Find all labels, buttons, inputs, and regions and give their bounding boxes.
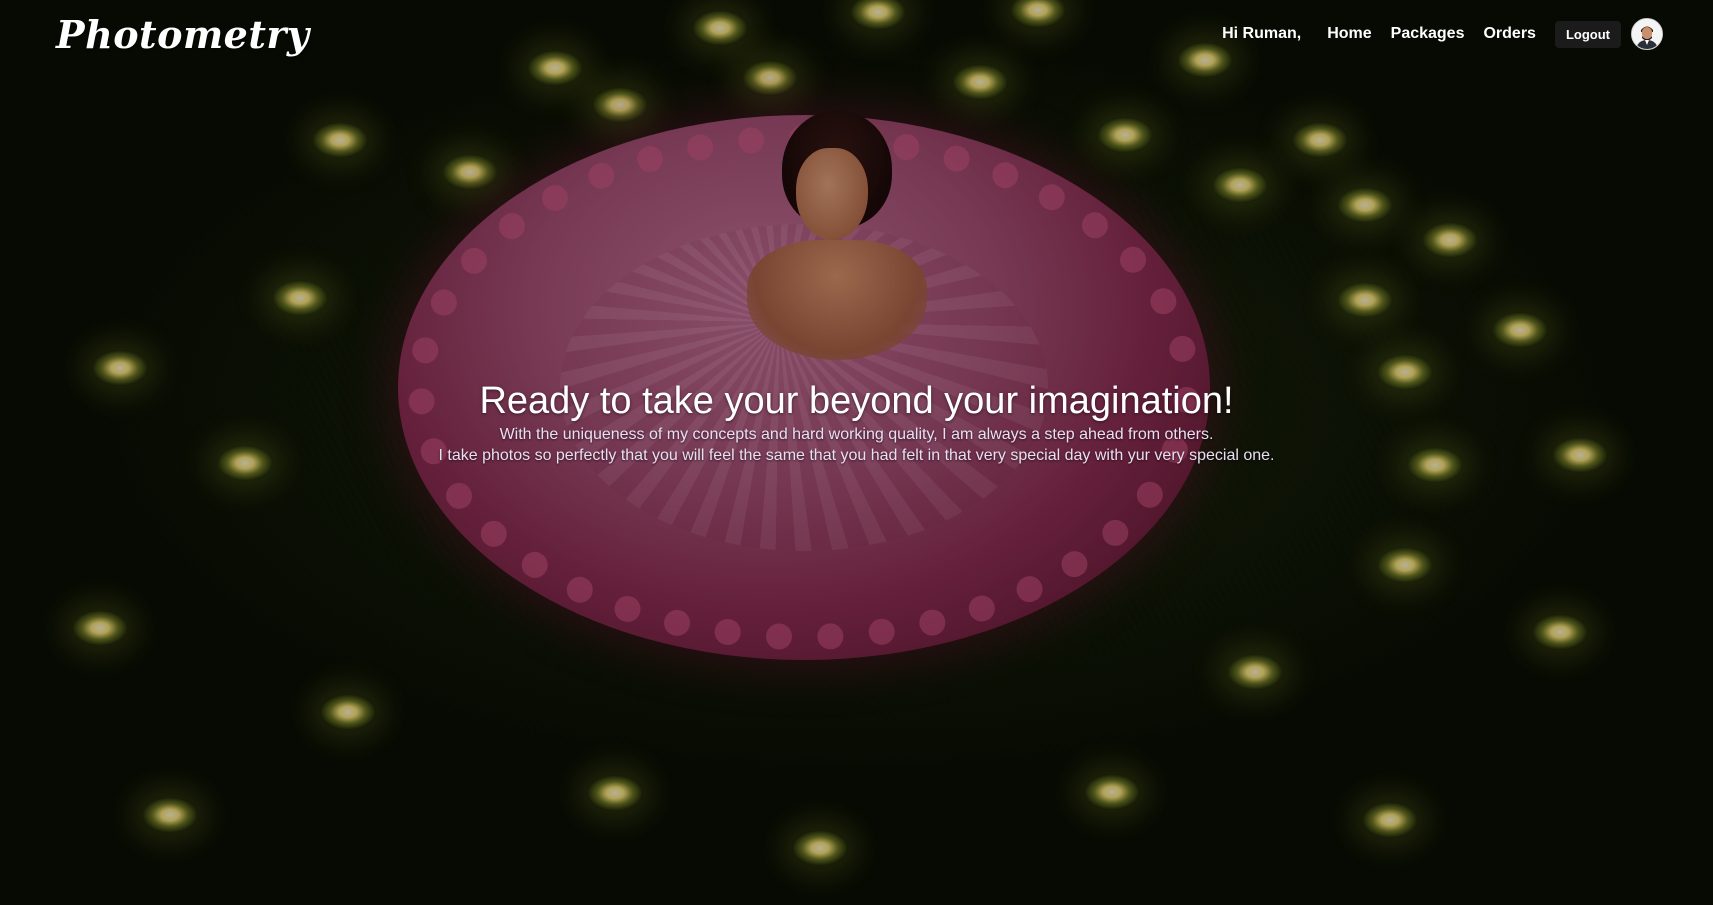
hero-text: Ready to take your beyond your imaginati…: [0, 378, 1713, 466]
brand-logo[interactable]: Photometry: [56, 12, 309, 57]
hero-subtext-line-1: With the uniqueness of my concepts and h…: [499, 426, 1214, 443]
nav-link-home[interactable]: Home: [1327, 25, 1371, 43]
logout-button[interactable]: Logout: [1554, 20, 1621, 48]
hero-subtext-line-2: I take photos so perfectly that you will…: [438, 447, 1275, 464]
navbar: Photometry Hi Ruman, Home Packages Order…: [0, 0, 1713, 70]
page: Photometry Hi Ruman, Home Packages Order…: [0, 0, 1713, 905]
avatar-photo: [1632, 19, 1662, 49]
hero-headline: Ready to take your beyond your imaginati…: [479, 380, 1234, 422]
nav-link-packages[interactable]: Packages: [1391, 25, 1465, 43]
user-greeting: Hi Ruman,: [1222, 25, 1302, 42]
nav-menu: Hi Ruman, Home Packages Orders Logout: [1222, 18, 1663, 50]
user-avatar-icon[interactable]: [1631, 18, 1663, 50]
nav-link-orders[interactable]: Orders: [1483, 25, 1535, 43]
